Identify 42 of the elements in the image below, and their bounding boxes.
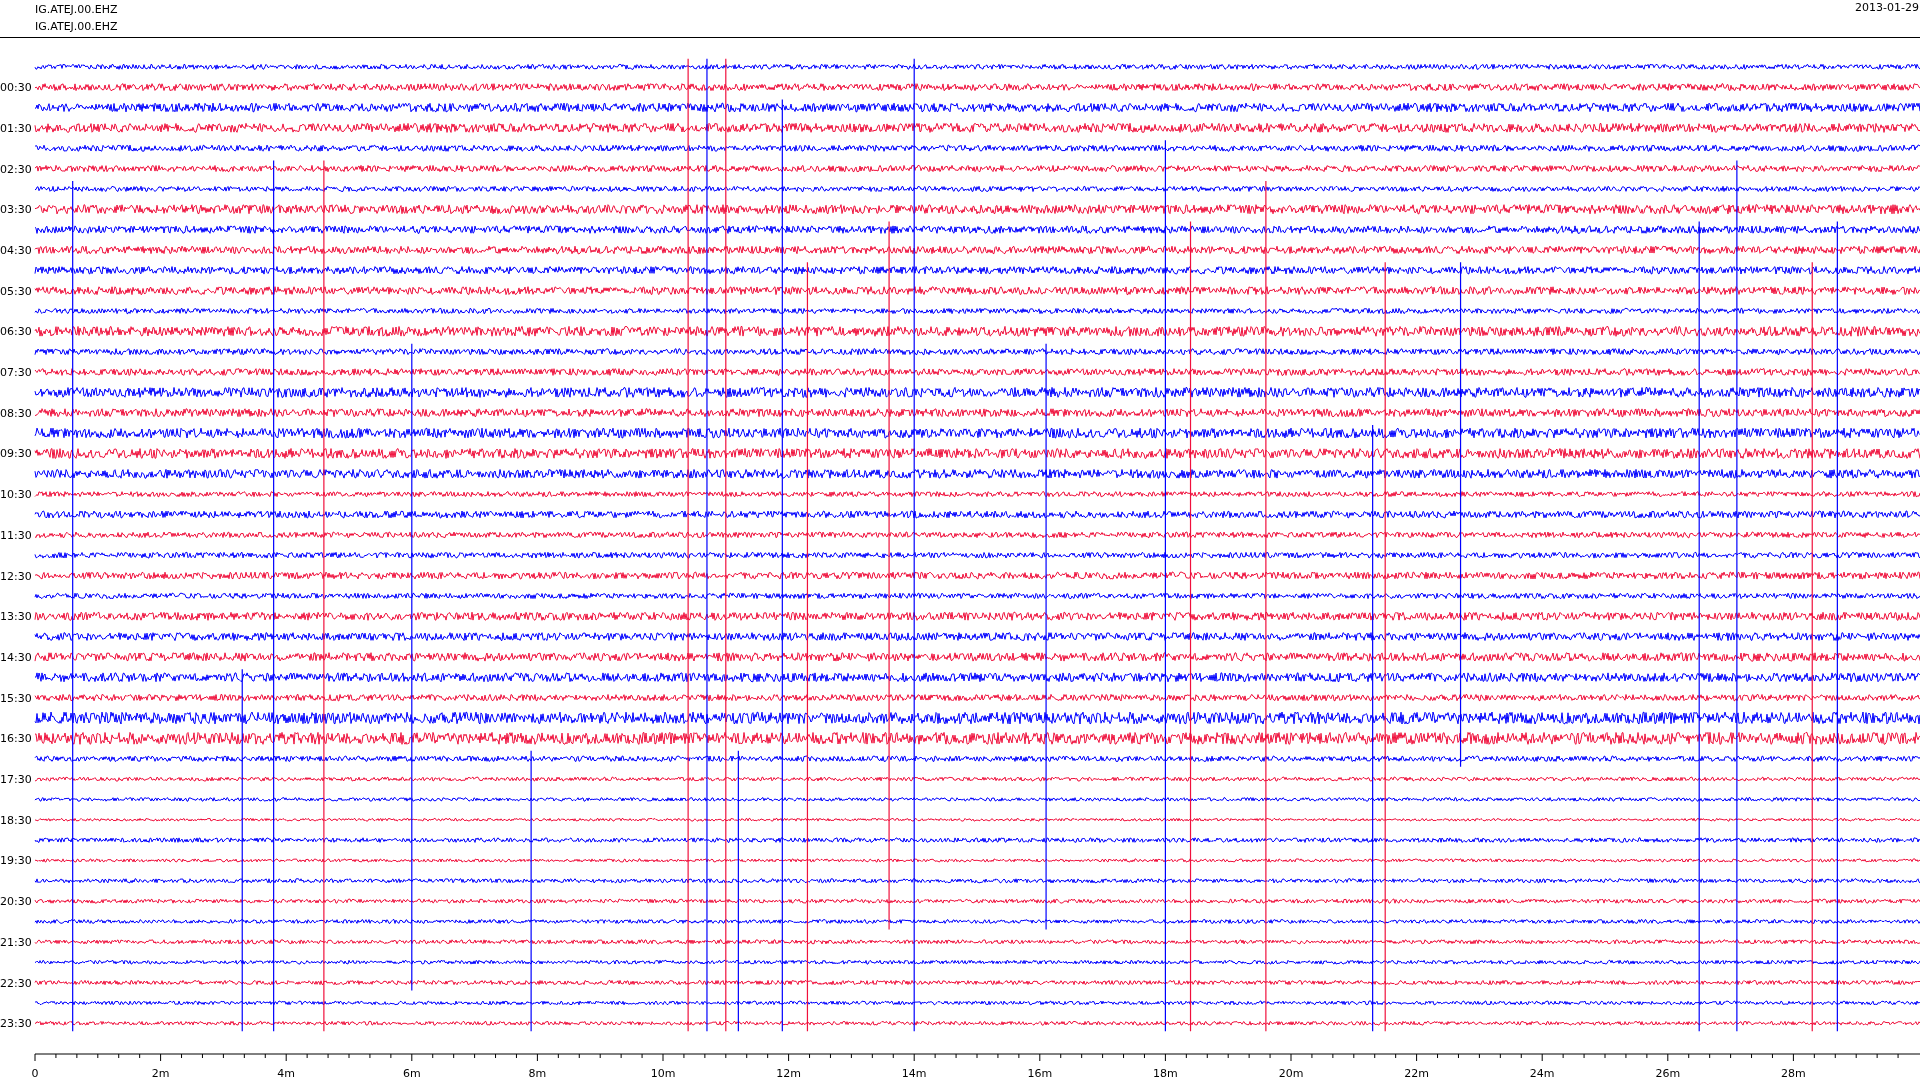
time-label: 06:30 <box>0 325 32 339</box>
time-label: 18:30 <box>0 813 32 827</box>
time-label: 02:30 <box>0 162 32 176</box>
time-label: 15:30 <box>0 691 32 705</box>
axis-tick-label: 2m <box>151 1067 170 1079</box>
axis-tick-label: 14m <box>901 1067 927 1079</box>
time-label: 21:30 <box>0 935 32 949</box>
time-label: 04:30 <box>0 243 32 257</box>
axis-tick-label: 28m <box>1781 1067 1806 1079</box>
axis-tick-label: 10m <box>650 1067 676 1079</box>
time-label: 12:30 <box>0 569 32 583</box>
time-label: 20:30 <box>0 895 32 909</box>
time-label: 03:30 <box>0 203 32 217</box>
time-label: 19:30 <box>0 854 32 868</box>
time-label: 05:30 <box>0 284 32 298</box>
axis-tick-label: 20m <box>1278 1067 1304 1079</box>
axis-tick-label: 22m <box>1404 1067 1429 1079</box>
date-label: 2013-01-29 <box>1855 0 1920 16</box>
time-label: 11:30 <box>0 528 32 542</box>
time-label: 07:30 <box>0 366 32 380</box>
time-label: 17:30 <box>0 773 32 787</box>
axis-tick-label: 18m <box>1153 1067 1178 1079</box>
axis-tick-label: 0 <box>31 1067 39 1079</box>
time-label: 01:30 <box>0 121 32 135</box>
axis-tick-label: 6m <box>402 1067 421 1079</box>
station-label: IG.ATEJ.00.EHZ <box>35 2 118 18</box>
axis-tick-label: 16m <box>1027 1067 1053 1079</box>
time-label: 09:30 <box>0 447 32 461</box>
time-label: 16:30 <box>0 732 32 746</box>
axis-tick-label: 12m <box>776 1067 801 1079</box>
time-label: 10:30 <box>0 488 32 502</box>
axis-tick-label: 4m <box>277 1067 296 1079</box>
time-label: 14:30 <box>0 650 32 664</box>
axis-tick-label: 8m <box>528 1067 547 1079</box>
station-label: IG.ATEJ.00.EHZ <box>35 19 118 35</box>
axis-tick-label: 24m <box>1529 1067 1555 1079</box>
axis-tick-label: 26m <box>1655 1067 1681 1079</box>
time-label: 23:30 <box>0 1017 32 1031</box>
time-label: 22:30 <box>0 976 32 990</box>
time-label: 08:30 <box>0 406 32 420</box>
time-label: 00:30 <box>0 81 32 95</box>
time-label: 13:30 <box>0 610 32 624</box>
